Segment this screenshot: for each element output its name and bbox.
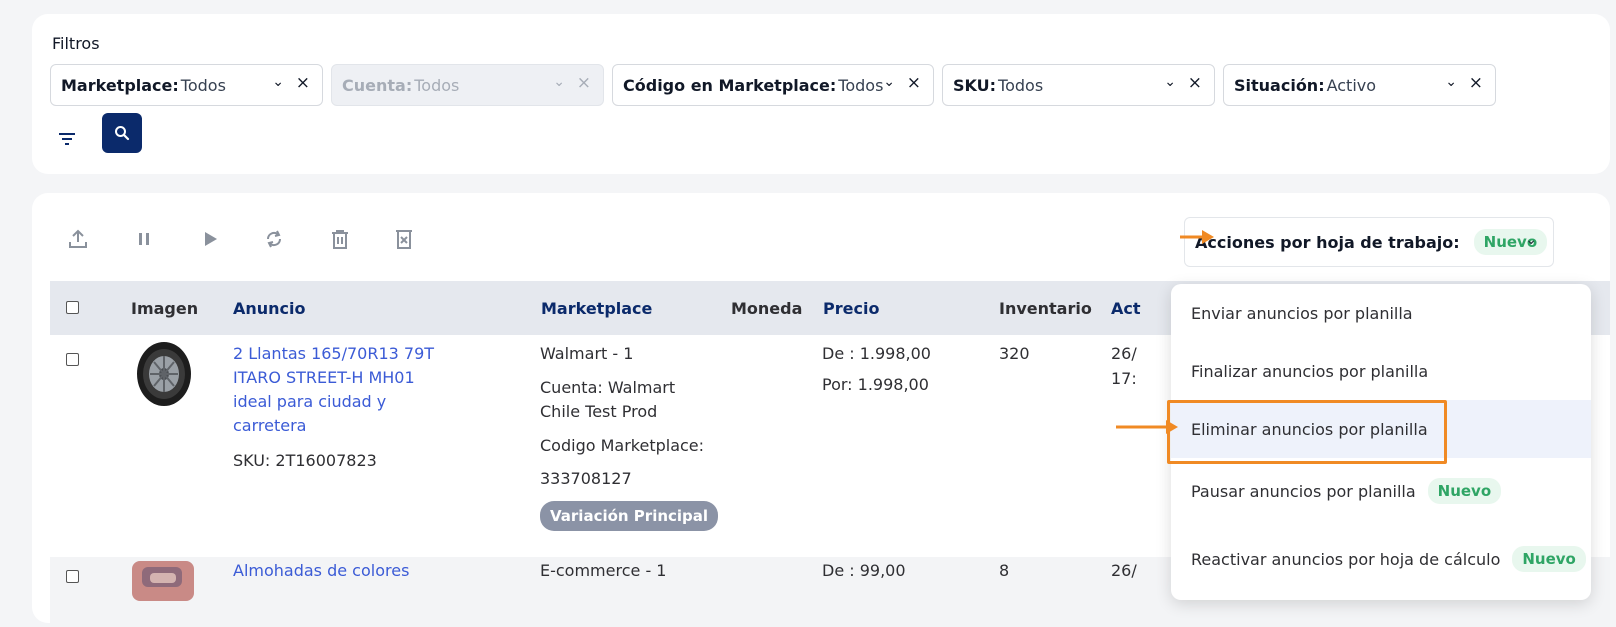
inventory-value: 8 xyxy=(999,561,1010,580)
filter-label: Marketplace: xyxy=(61,75,179,95)
price-por: Por: 1.998,00 xyxy=(822,375,929,394)
sync-icon[interactable] xyxy=(262,227,286,251)
chevron-down-icon[interactable]: ⌄ xyxy=(883,74,895,90)
filter-value: Todos xyxy=(180,75,226,95)
marketplace-name: Walmart - 1 xyxy=(540,344,634,363)
close-icon[interactable]: × xyxy=(907,73,921,93)
new-badge: Nuevo xyxy=(1512,546,1586,572)
variation-badge: Variación Principal xyxy=(540,501,719,531)
product-image[interactable] xyxy=(130,559,196,603)
row-checkbox[interactable] xyxy=(66,570,79,583)
filter-label: Código en Marketplace: xyxy=(623,75,837,95)
filter-label: Cuenta: xyxy=(342,75,413,95)
search-icon xyxy=(115,126,130,141)
menu-item-finalize[interactable]: Finalizar anuncios por planilla xyxy=(1171,342,1591,400)
price-de: De : 1.998,00 xyxy=(822,344,931,363)
col-actualizacion[interactable]: Act xyxy=(1111,299,1141,318)
inventory-value: 320 xyxy=(999,344,1030,363)
row-checkbox[interactable] xyxy=(66,353,79,366)
menu-item-label: Enviar anuncios por planilla xyxy=(1191,303,1413,323)
bulk-actions-label: Acciones por hoja de trabajo: xyxy=(1195,232,1460,252)
filter-value: Todos xyxy=(998,75,1044,95)
bulk-actions-select[interactable]: Acciones por hoja de trabajo: Nuevo ⌄ xyxy=(1184,217,1554,267)
filter-value: Todos xyxy=(414,75,460,95)
filter-situacion[interactable]: Situación: Activo ⌄ × xyxy=(1223,64,1496,106)
listing-title-link[interactable]: 2 Llantas 165/70R13 79T ITARO STREET-H M… xyxy=(233,342,434,438)
account-line: Cuenta: Walmart xyxy=(540,378,676,397)
filter-label: SKU: xyxy=(953,75,997,95)
update-date: 26/ xyxy=(1111,561,1137,580)
col-precio[interactable]: Precio xyxy=(823,299,879,318)
menu-item-send[interactable]: Enviar anuncios por planilla xyxy=(1171,284,1591,342)
filter-sku[interactable]: SKU: Todos ⌄ × xyxy=(942,64,1215,106)
chevron-down-icon[interactable]: ⌄ xyxy=(1445,74,1457,90)
price-de: De : 99,00 xyxy=(822,561,906,580)
delete-box-icon[interactable] xyxy=(392,227,416,251)
play-icon[interactable] xyxy=(198,227,222,251)
col-marketplace[interactable]: Marketplace xyxy=(541,299,652,318)
annotation-arrow-icon xyxy=(1180,230,1214,244)
annotation-arrow-icon xyxy=(1116,420,1178,434)
chevron-down-icon: ⌄ xyxy=(553,74,565,90)
menu-item-pause[interactable]: Pausar anuncios por planilla Nuevo xyxy=(1171,462,1591,520)
filter-cuenta: Cuenta: Todos ⌄ × xyxy=(331,64,604,106)
search-button[interactable] xyxy=(102,113,142,153)
menu-item-reactivate[interactable]: Reactivar anuncios por hoja de cálculo N… xyxy=(1171,530,1591,588)
title-line: ITARO STREET-H MH01 xyxy=(233,368,415,387)
marketplace-code-label: Codigo Marketplace: xyxy=(540,436,705,455)
update-date: 26/ xyxy=(1111,344,1137,363)
filter-marketplace[interactable]: Marketplace: Todos ⌄ × xyxy=(50,64,323,106)
title-line: carretera xyxy=(233,416,307,435)
title-line: ideal para ciudad y xyxy=(233,392,387,411)
select-all-checkbox[interactable] xyxy=(66,301,79,314)
new-badge: Nuevo xyxy=(1427,478,1502,504)
upload-icon[interactable] xyxy=(66,227,90,251)
col-anuncio[interactable]: Anuncio xyxy=(233,299,306,318)
menu-item-label: Reactivar anuncios por hoja de cálculo xyxy=(1191,549,1501,569)
chevron-down-icon[interactable]: ⌄ xyxy=(1164,74,1176,90)
filter-icon[interactable] xyxy=(58,132,76,146)
menu-item-label: Pausar anuncios por planilla xyxy=(1191,481,1416,501)
close-icon: × xyxy=(576,73,591,93)
close-icon[interactable]: × xyxy=(1469,73,1483,93)
filter-value: Todos xyxy=(838,75,884,95)
filter-value: Activo xyxy=(1326,75,1377,95)
col-moneda: Moneda xyxy=(731,299,803,318)
marketplace-name: E-commerce - 1 xyxy=(540,561,667,580)
filter-label: Situación: xyxy=(1234,75,1325,95)
marketplace-code-value: 333708127 xyxy=(540,469,632,488)
product-image[interactable] xyxy=(134,341,194,407)
filters-title: Filtros xyxy=(52,34,100,53)
filters-panel: Filtros Marketplace: Todos ⌄ × Cuenta: T… xyxy=(32,14,1610,174)
account-line: Chile Test Prod xyxy=(540,402,658,421)
menu-item-label: Finalizar anuncios por planilla xyxy=(1191,361,1429,381)
listing-title-link[interactable]: Almohadas de colores xyxy=(233,559,409,583)
close-icon[interactable]: × xyxy=(1188,73,1202,93)
title-line: 2 Llantas 165/70R13 79T xyxy=(233,344,435,363)
col-imagen: Imagen xyxy=(131,299,199,318)
variation-pill-wrap: Variación Principal xyxy=(540,501,719,531)
col-inventario: Inventario xyxy=(999,299,1092,318)
pause-icon[interactable] xyxy=(132,227,156,251)
highlight-box xyxy=(1167,400,1447,464)
account-text: Cuenta: Walmart Chile Test Prod xyxy=(540,376,675,424)
close-icon[interactable]: × xyxy=(296,73,310,93)
trash-icon[interactable] xyxy=(328,227,352,251)
chevron-down-icon[interactable]: ⌄ xyxy=(1525,232,1537,248)
filter-codigo-marketplace[interactable]: Código en Marketplace: Todos ⌄ × xyxy=(612,64,934,106)
update-time: 17: xyxy=(1111,369,1137,388)
chevron-down-icon[interactable]: ⌄ xyxy=(272,74,284,90)
sku-text: SKU: 2T16007823 xyxy=(233,451,377,470)
